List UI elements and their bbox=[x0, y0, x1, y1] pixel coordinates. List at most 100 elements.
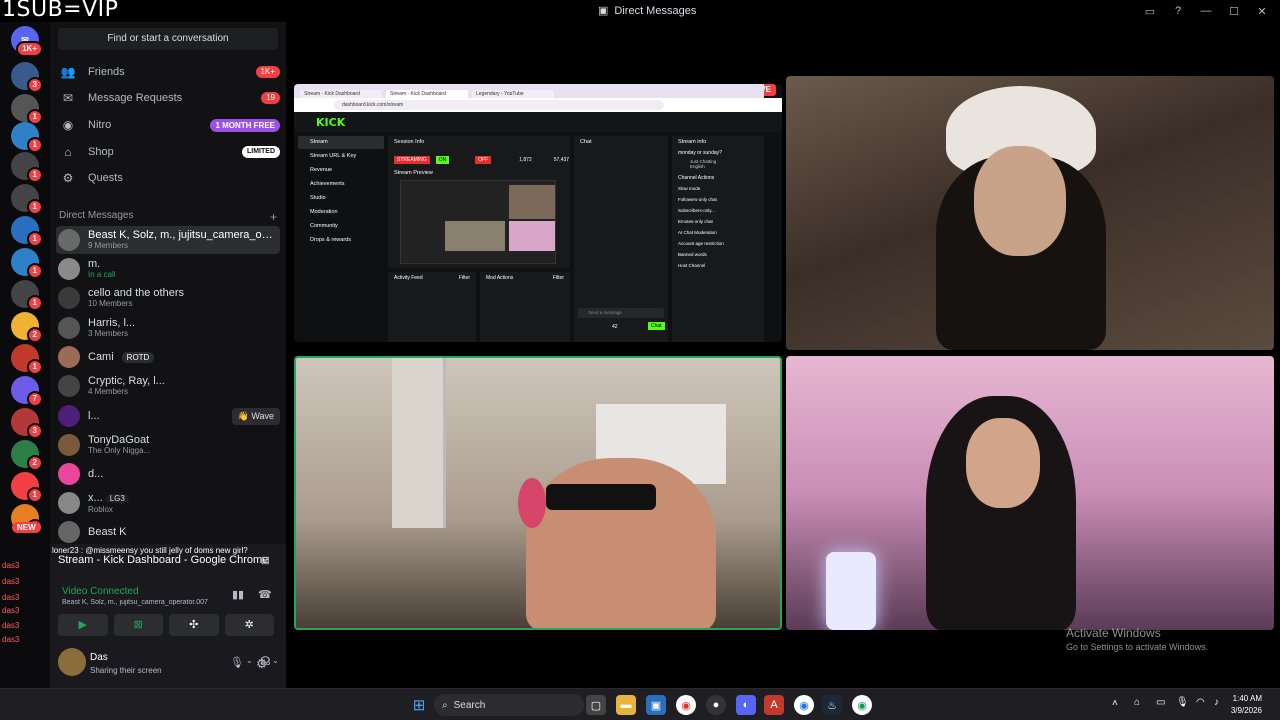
settings-gear-icon[interactable]: ⚙ bbox=[256, 656, 268, 672]
wave-button[interactable]: 👋 Wave bbox=[231, 407, 280, 425]
channel-action[interactable]: Emotes-only chat bbox=[672, 216, 764, 227]
network-icon[interactable]: ⌂ bbox=[1134, 697, 1140, 708]
server-icon[interactable]: 2 bbox=[11, 312, 43, 343]
screen-share-button[interactable]: ⊠ bbox=[113, 614, 163, 636]
mic-icon[interactable]: 🎙 bbox=[230, 656, 244, 669]
camera-tile[interactable] bbox=[786, 76, 1274, 350]
server-icon[interactable]: 7 bbox=[11, 376, 43, 407]
maximize-button[interactable]: ☐ bbox=[1222, 2, 1246, 20]
door-shape bbox=[392, 358, 446, 528]
nav-shop[interactable]: ⌂ Shop LIMITED bbox=[56, 140, 280, 164]
server-icon[interactable]: 1 bbox=[11, 152, 43, 183]
soundboard-button[interactable]: ✲ bbox=[224, 614, 274, 636]
taskbar-search[interactable]: ⌕ Search bbox=[434, 694, 584, 716]
mic-icon[interactable]: 🎙 bbox=[1176, 697, 1189, 708]
kick-menu-item[interactable]: Stream bbox=[298, 136, 384, 149]
server-icon[interactable]: 1 bbox=[11, 248, 43, 279]
disconnect-icon[interactable]: ☎ bbox=[258, 588, 272, 601]
server-icon[interactable]: 1 bbox=[11, 472, 43, 503]
store-icon[interactable]: ▣ bbox=[646, 695, 666, 715]
channel-action[interactable]: Subscribers-only... bbox=[672, 205, 764, 216]
chrome-icon[interactable]: ◉ bbox=[676, 695, 696, 715]
dm-item[interactable]: Beast K, Solz, m., jujitsu_camera_opera.… bbox=[56, 226, 280, 254]
dm-item[interactable]: Cryptic, Ray, l... 4 Members bbox=[56, 372, 280, 400]
server-icon[interactable]: 3 bbox=[11, 408, 43, 439]
kick-menu-item[interactable]: Revenue bbox=[298, 164, 384, 177]
server-icon[interactable]: 2 bbox=[11, 440, 43, 471]
steam-icon[interactable]: ♨ bbox=[822, 695, 842, 715]
file-explorer-icon[interactable]: ▬ bbox=[616, 695, 636, 715]
server-icon[interactable]: 1 bbox=[11, 216, 43, 247]
home-button[interactable]: ✉ 1K+ bbox=[11, 26, 43, 57]
nav-quests[interactable]: ⚙ Quests bbox=[56, 166, 280, 190]
volume-icon[interactable]: ♪ bbox=[1214, 697, 1219, 708]
camera-button[interactable]: ▶ bbox=[58, 614, 108, 636]
channel-action[interactable]: Banned words bbox=[672, 249, 764, 260]
close-button[interactable]: ✕ bbox=[1250, 2, 1274, 20]
screen-share-tile[interactable]: LIVE Stream - Kick Dashboard Stream - Ki… bbox=[294, 84, 782, 342]
chat-send-button[interactable]: Chat bbox=[648, 322, 665, 330]
channel-action[interactable]: AI Chat Moderation bbox=[672, 227, 764, 238]
discord-icon[interactable]: ◐ bbox=[736, 695, 756, 715]
kick-menu-item[interactable]: Stream URL & Key bbox=[298, 150, 384, 163]
create-dm-icon[interactable]: + bbox=[270, 210, 277, 224]
address-bar[interactable]: dashboard.kick.com/stream bbox=[334, 100, 664, 110]
kick-menu-item[interactable]: Community bbox=[298, 220, 384, 233]
kick-menu-item[interactable]: Moderation bbox=[298, 206, 384, 219]
server-icon[interactable]: 1 bbox=[11, 122, 43, 153]
chrome-icon[interactable]: ◉ bbox=[794, 695, 814, 715]
channel-action[interactable]: Account age restriction bbox=[672, 238, 764, 249]
server-icon[interactable]: 1 bbox=[11, 94, 43, 125]
server-icon[interactable]: 1 bbox=[11, 280, 43, 311]
signal-icon[interactable]: ▮▮ bbox=[232, 588, 244, 601]
monitor-icon[interactable]: ▭ bbox=[1156, 697, 1165, 708]
dm-item[interactable]: Harris, l... 3 Members bbox=[56, 314, 280, 342]
acrobat-icon[interactable]: A bbox=[764, 695, 784, 715]
dm-item[interactable]: cello and the others 10 Members bbox=[56, 284, 280, 312]
window-title: ▣ Direct Messages bbox=[598, 4, 697, 18]
user-avatar[interactable] bbox=[58, 648, 86, 676]
dm-item[interactable]: m. In a call bbox=[56, 255, 280, 283]
windows-start-icon[interactable]: ⊞ bbox=[409, 695, 429, 715]
dm-item[interactable]: d... bbox=[56, 460, 280, 488]
channel-action[interactable]: Slow mode bbox=[672, 183, 764, 194]
inbox-icon: ▣ bbox=[598, 5, 609, 17]
dm-item[interactable]: Cami ROTD bbox=[56, 343, 280, 371]
nav-nitro[interactable]: ◉ Nitro 1 MONTH FREE bbox=[56, 113, 280, 137]
kick-menu-item[interactable]: Drops & rewards bbox=[298, 234, 384, 247]
chevron-up-icon[interactable]: ˄ bbox=[1112, 698, 1118, 709]
server-icon[interactable]: 3 bbox=[11, 62, 43, 93]
task-view-icon[interactable]: ▢ bbox=[586, 695, 606, 715]
browser-tab[interactable]: Stream - Kick Dashboard bbox=[300, 90, 382, 98]
dm-item[interactable]: l... 👋 Wave bbox=[56, 402, 280, 430]
activities-button[interactable]: ✣ bbox=[169, 614, 219, 636]
stream-info-title: Stream info bbox=[678, 139, 707, 145]
nav-friends[interactable]: 👥 Friends 1K+ bbox=[56, 60, 280, 84]
chat-input[interactable]: Send a message bbox=[578, 308, 664, 318]
close-stream-icon[interactable]: ⊠ bbox=[261, 554, 270, 567]
minimize-button[interactable]: — bbox=[1194, 2, 1218, 20]
kick-menu-item[interactable]: Achievements bbox=[298, 178, 384, 191]
camera-tile-active[interactable] bbox=[294, 356, 782, 630]
obs-icon[interactable]: ● bbox=[706, 695, 726, 715]
browser-tab[interactable]: Stream - Kick Dashboard bbox=[386, 90, 468, 98]
kick-menu-item[interactable]: Studio bbox=[298, 192, 384, 205]
server-icon[interactable]: 1 bbox=[11, 344, 43, 375]
chrome-icon[interactable]: ◉ bbox=[852, 695, 872, 715]
inbox-tray-icon[interactable]: ▭ bbox=[1138, 2, 1162, 20]
chevron-down-icon[interactable]: ⌄ bbox=[272, 656, 279, 665]
server-icon[interactable]: 1 bbox=[11, 184, 43, 215]
browser-tab[interactable]: Legendary - YouTube bbox=[472, 90, 554, 98]
chevron-down-icon[interactable]: ⌄ bbox=[246, 656, 253, 665]
channel-action[interactable]: Host Channel bbox=[672, 260, 764, 271]
camera-tile[interactable] bbox=[786, 356, 1274, 630]
clock[interactable]: 1:40 AM 3/9/2026 bbox=[1231, 693, 1262, 717]
wifi-icon[interactable]: ◠ bbox=[1196, 697, 1205, 708]
dm-item[interactable]: TonyDaGoat The Only Nigga... bbox=[56, 431, 280, 459]
dm-item[interactable]: Beast K bbox=[56, 518, 280, 546]
find-conversation-button[interactable]: Find or start a conversation bbox=[58, 28, 278, 50]
channel-action[interactable]: Followers-only chat bbox=[672, 194, 764, 205]
nav-message-requests[interactable]: ✉ Message Requests 19 bbox=[56, 86, 280, 110]
help-icon[interactable]: ? bbox=[1166, 2, 1190, 20]
dm-item[interactable]: x... LG3 Roblox bbox=[56, 489, 280, 517]
